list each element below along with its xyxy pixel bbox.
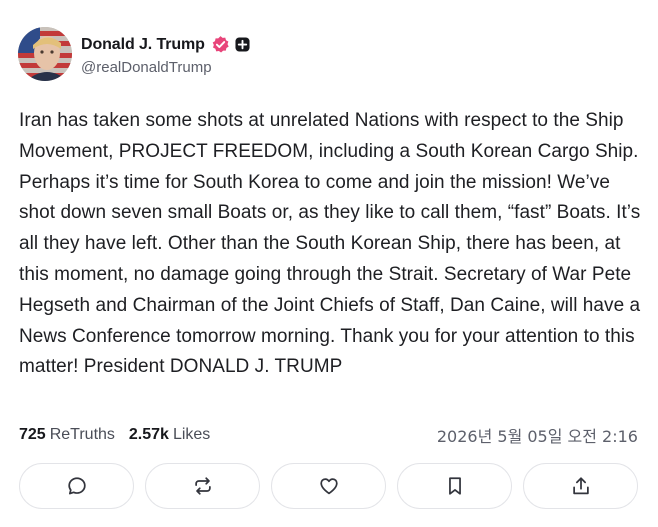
verified-badge-icon xyxy=(211,35,230,54)
display-name[interactable]: Donald J. Trump xyxy=(81,36,205,54)
reply-icon xyxy=(67,477,86,495)
retruths-count: 725 xyxy=(19,426,46,443)
retruth-button[interactable] xyxy=(145,463,260,509)
bookmark-button[interactable] xyxy=(397,463,512,509)
bookmark-icon xyxy=(448,477,461,495)
truth-post: Donald J. Trump @realDonaldTrump Iran ha… xyxy=(0,0,658,527)
retruth-icon xyxy=(194,477,211,495)
like-icon xyxy=(319,478,338,495)
name-row: Donald J. Trump xyxy=(81,33,250,57)
post-text: Iran has taken some shots at unrelated N… xyxy=(19,110,641,378)
post-header: Donald J. Trump @realDonaldTrump xyxy=(18,26,250,82)
post-timestamp: 2026년 5월 05일 오전 2:16 xyxy=(436,427,638,446)
avatar-image xyxy=(18,27,72,81)
like-button[interactable] xyxy=(271,463,386,509)
avatar[interactable] xyxy=(18,27,72,81)
retruths-label: ReTruths xyxy=(49,426,115,443)
retruths-stat[interactable]: 725 ReTruths xyxy=(19,426,115,444)
author-handle[interactable]: @realDonaldTrump xyxy=(81,59,250,76)
likes-stat[interactable]: 2.57k Likes xyxy=(129,426,210,444)
post-stats: 725 ReTruths 2.57k Likes 2026년 5월 05일 오전… xyxy=(19,424,638,446)
plus-badge-icon xyxy=(235,37,250,52)
share-button[interactable] xyxy=(523,463,638,509)
action-bar xyxy=(19,463,638,511)
likes-count: 2.57k xyxy=(128,426,169,443)
likes-label: Likes xyxy=(172,426,211,443)
reply-button[interactable] xyxy=(19,463,134,509)
author-names: Donald J. Trump @realDonaldTrump xyxy=(81,33,250,76)
share-icon xyxy=(572,477,589,495)
